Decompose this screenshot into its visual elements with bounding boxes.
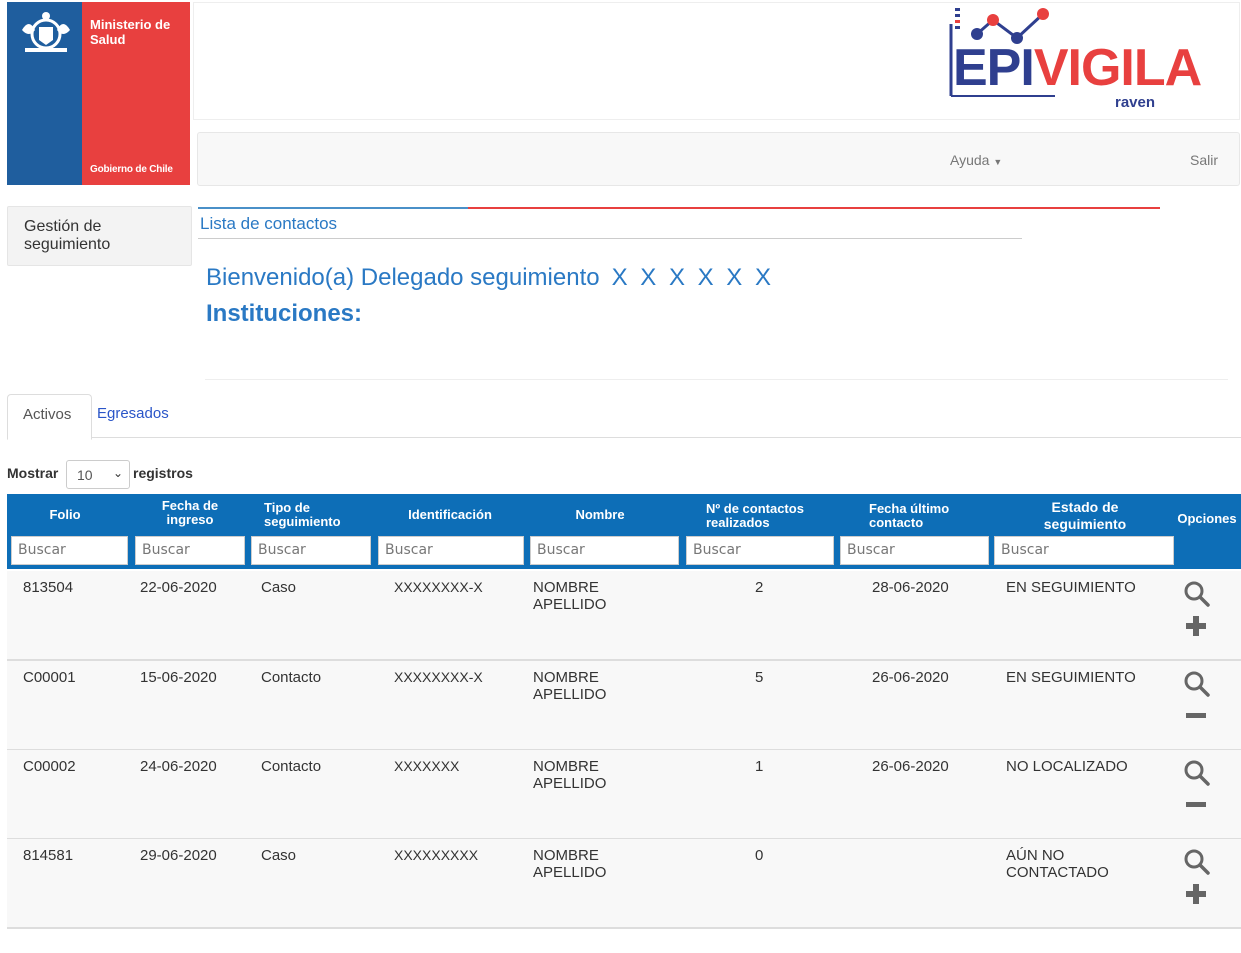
cell-ingreso: 24-06-2020 (140, 758, 217, 775)
ministry-name: Ministerio de Salud (90, 17, 171, 47)
view-icon[interactable] (1184, 581, 1210, 612)
cell-ingreso: 15-06-2020 (140, 669, 217, 686)
institutions-heading: Instituciones: (206, 300, 363, 327)
partner-logo: raven (1115, 94, 1156, 111)
tracking-management-button[interactable]: Gestión de seguimiento (7, 206, 192, 266)
coat-of-arms-icon (22, 12, 70, 52)
cell-id: XXXXXXX (394, 758, 460, 774)
minus-icon[interactable] (1185, 794, 1207, 821)
page-title: Lista de contactos (200, 214, 338, 233)
search-folio-input[interactable]: Buscar (11, 536, 128, 565)
divider (205, 379, 1228, 380)
cell-folio: 814581 (23, 847, 74, 864)
cell-ingreso: 22-06-2020 (140, 579, 217, 596)
user-name: X X X X X X (611, 264, 774, 291)
view-icon[interactable] (1184, 671, 1210, 702)
plus-icon[interactable] (1185, 883, 1207, 910)
cell-contactos: 0 (755, 847, 764, 864)
tab-activos[interactable]: Activos (7, 394, 92, 440)
column-header-contactos[interactable]: Nº de contactos realizados (706, 502, 826, 530)
progress-bar-red (468, 207, 1160, 209)
cell-contactos: 1 (755, 758, 764, 775)
logout-link[interactable]: Salir (1190, 152, 1218, 168)
search-fecha-ingreso-input[interactable]: Buscar (135, 536, 245, 565)
search-ultimo-contacto-input[interactable]: Buscar (840, 536, 989, 565)
column-header-estado[interactable]: Estado de seguimiento (1030, 499, 1140, 533)
column-header-opciones: Opciones (1177, 511, 1237, 526)
cell-estado: NO LOCALIZADO (1006, 758, 1128, 775)
caret-down-icon: ▼ (993, 157, 1003, 167)
cell-nombre: NOMBRE APELLIDO (533, 669, 607, 703)
welcome-message: Bienvenido(a) Delegado seguimiento X X X … (206, 264, 774, 291)
progress-bar-blue (198, 207, 468, 209)
cell-folio: C00001 (23, 669, 76, 686)
view-icon[interactable] (1184, 849, 1210, 880)
cell-estado: EN SEGUIMIENTO (1006, 579, 1136, 596)
column-header-ultimo-contacto[interactable]: Fecha último contacto (869, 502, 969, 530)
column-header-identificacion[interactable]: Identificación (400, 508, 500, 522)
cell-folio: C00002 (23, 758, 76, 775)
cell-id: XXXXXXXX-X (394, 669, 483, 685)
search-estado-input[interactable]: Buscar (994, 536, 1174, 565)
tab-egresados[interactable]: Egresados (97, 405, 169, 422)
column-header-folio[interactable]: Folio (45, 508, 85, 522)
cell-ingreso: 29-06-2020 (140, 847, 217, 864)
view-icon[interactable] (1184, 760, 1210, 791)
column-header-nombre[interactable]: Nombre (560, 508, 640, 522)
help-menu[interactable]: Ayuda ▼ (950, 152, 1002, 168)
ministry-logo: Ministerio de Salud Gobierno de Chile (7, 2, 190, 185)
search-identificacion-input[interactable]: Buscar (378, 536, 524, 565)
tabs-border (7, 437, 1241, 438)
tracking-management-label: Gestión de seguimiento (24, 218, 111, 253)
cell-estado: AÚN NO CONTACTADO (1006, 847, 1109, 881)
show-label: Mostrar (7, 465, 59, 481)
minus-icon[interactable] (1185, 705, 1207, 732)
search-tipo-input[interactable]: Buscar (251, 536, 371, 565)
page-size-select[interactable]: 10 ⌄ (66, 460, 130, 489)
search-nombre-input[interactable]: Buscar (530, 536, 679, 565)
divider (198, 238, 1022, 239)
app-name: EPIVIGILA (953, 39, 1202, 97)
column-header-fecha-ingreso[interactable]: Fecha de ingreso (150, 499, 230, 527)
column-header-tipo[interactable]: Tipo de seguimiento (264, 501, 364, 529)
cell-contactos: 2 (755, 579, 764, 596)
cell-ultimo: 28-06-2020 (872, 579, 949, 596)
search-contactos-input[interactable]: Buscar (686, 536, 834, 565)
cell-nombre: NOMBRE APELLIDO (533, 758, 607, 792)
cell-id: XXXXXXXX-X (394, 579, 483, 595)
cell-ultimo: 26-06-2020 (872, 758, 949, 775)
cell-tipo: Caso (261, 847, 297, 864)
records-label: registros (133, 465, 193, 481)
cell-tipo: Contacto (261, 758, 322, 775)
chevron-down-icon: ⌄ (112, 466, 123, 480)
plus-icon[interactable] (1185, 615, 1207, 642)
cell-nombre: NOMBRE APELLIDO (533, 847, 607, 881)
cell-ultimo: 26-06-2020 (872, 669, 949, 686)
epivigila-logo: EPIVIGILA raven (945, 4, 1205, 120)
navbar (197, 132, 1240, 186)
cell-nombre: NOMBRE APELLIDO (533, 579, 607, 613)
cell-id: XXXXXXXXX (394, 847, 479, 863)
cell-folio: 813504 (23, 579, 74, 596)
cell-estado: EN SEGUIMIENTO (1006, 669, 1136, 686)
cell-tipo: Contacto (261, 669, 322, 686)
cell-contactos: 5 (755, 669, 764, 686)
government-label: Gobierno de Chile (90, 164, 173, 175)
cell-tipo: Caso (261, 579, 297, 596)
